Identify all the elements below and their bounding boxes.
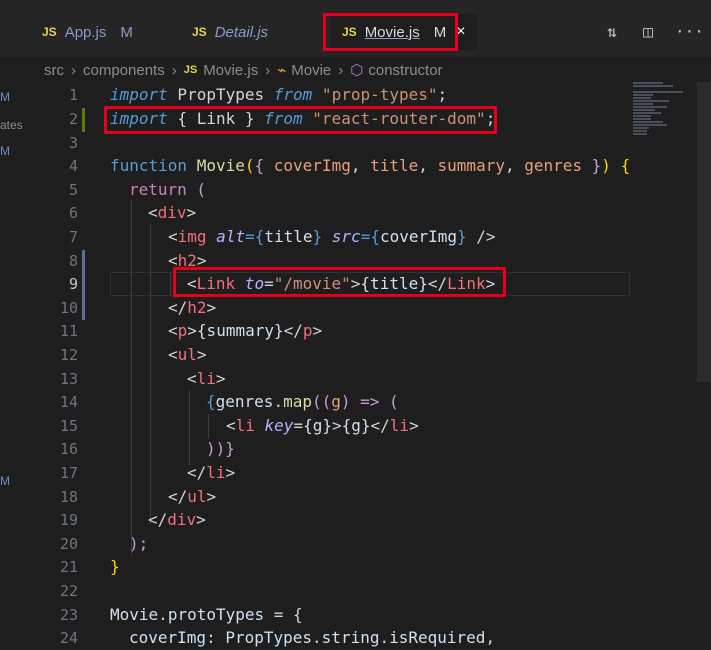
breadcrumb-src[interactable]: src [44,62,64,79]
tab-detail-js[interactable]: JS Detail.js [192,14,268,50]
git-added-bar [82,108,85,132]
more-actions-icon[interactable]: ··· [675,22,704,41]
code-line-1: import PropTypes from "prop-types"; [110,85,448,104]
line-number: 7 [68,228,78,246]
tab-label: App.js [64,23,107,41]
code-line-15: <li key={g}>{g}</li> [226,416,419,435]
line-number: 19 [59,511,78,529]
code-line-19: </div> [148,510,206,529]
indent-guide [131,200,132,555]
symbol-method-icon: ⬡ [350,62,364,79]
line-number: 16 [59,440,78,458]
line-number: 21 [59,558,78,576]
breadcrumb-file[interactable]: Movie.js [203,62,258,79]
code-line-14: {genres.map((g) => ( [206,392,399,411]
code-line-11: <p>{summary}</p> [168,321,323,340]
line-number: 18 [59,488,78,506]
tab-label: Detail.js [214,23,269,41]
code-line-5: return ( [129,180,207,199]
chevron-right-icon: › [265,61,271,79]
line-number: 2 [68,110,78,128]
code-line-18: </ul> [168,487,217,506]
annotation-box-tab [323,13,458,51]
git-status-badge: M [0,90,10,104]
symbol-variable-icon: ⌁ [277,62,287,79]
line-number: 23 [59,606,78,624]
code-line-10: </h2> [168,298,217,317]
breadcrumb: src › components › JS Movie.js › ⌁ Movie… [44,59,443,81]
chevron-right-icon: › [171,61,177,79]
minimap[interactable] [633,82,693,152]
line-number: 10 [59,299,78,317]
split-editor-icon[interactable]: ◫ [639,22,657,41]
breadcrumb-method[interactable]: constructor [368,62,442,79]
git-status-badge: M [0,474,10,488]
indent-guide [170,272,171,296]
vertical-scrollbar[interactable] [697,82,711,382]
chevron-right-icon: › [71,61,76,79]
line-number: 22 [59,582,78,600]
git-status-badge: M [0,144,10,158]
line-number: 15 [59,417,78,435]
line-number: 20 [59,535,78,553]
indent-guide [189,390,190,465]
code-line-24: coverImg: PropTypes.string.isRequired, [129,628,496,647]
code-line-7: <img alt={title} src={coverImg} /> [168,227,496,246]
indent-guide [150,224,151,524]
js-file-icon: JS [183,64,198,76]
breadcrumb-symbol[interactable]: Movie [291,62,331,79]
code-line-23: Movie.protoTypes = { [110,605,303,624]
code-line-4: function Movie({ coverImg, title, summar… [110,156,631,175]
line-number: 9 [68,275,78,293]
git-modified-bar [82,250,85,320]
editor-actions: ⇅ ◫ ··· [603,22,704,41]
js-file-icon: JS [42,25,57,39]
code-line-17: </li> [187,463,236,482]
code-line-12: <ul> [168,345,207,364]
code-line-21: } [110,557,120,576]
compare-changes-icon[interactable]: ⇅ [603,22,621,41]
line-number: 17 [59,464,78,482]
indent-guide [208,414,209,438]
modified-badge: M [120,23,133,41]
annotation-box-link [173,267,506,297]
code-line-16: ))} [206,439,235,458]
code-line-20: ); [129,534,149,553]
line-number: 24 [59,629,78,647]
chevron-right-icon: › [338,61,344,79]
code-line-13: <li> [187,369,226,388]
truncated-label: ates [0,118,23,132]
line-number: 14 [59,393,78,411]
line-number: 5 [68,181,78,199]
line-number: 1 [68,86,78,104]
line-number: 13 [59,370,78,388]
line-number: 6 [68,204,78,222]
explorer-strip: M ates M M [0,82,23,647]
line-number: 8 [68,252,78,270]
annotation-box-import [104,106,497,134]
js-file-icon: JS [192,25,207,39]
code-line-6: <div> [148,203,197,222]
line-number: 4 [68,157,78,175]
line-number: 3 [68,134,78,152]
breadcrumb-components[interactable]: components [83,62,165,79]
line-number: 12 [59,346,78,364]
tab-app-js[interactable]: JS App.js M [42,14,133,50]
line-number: 11 [59,322,78,340]
